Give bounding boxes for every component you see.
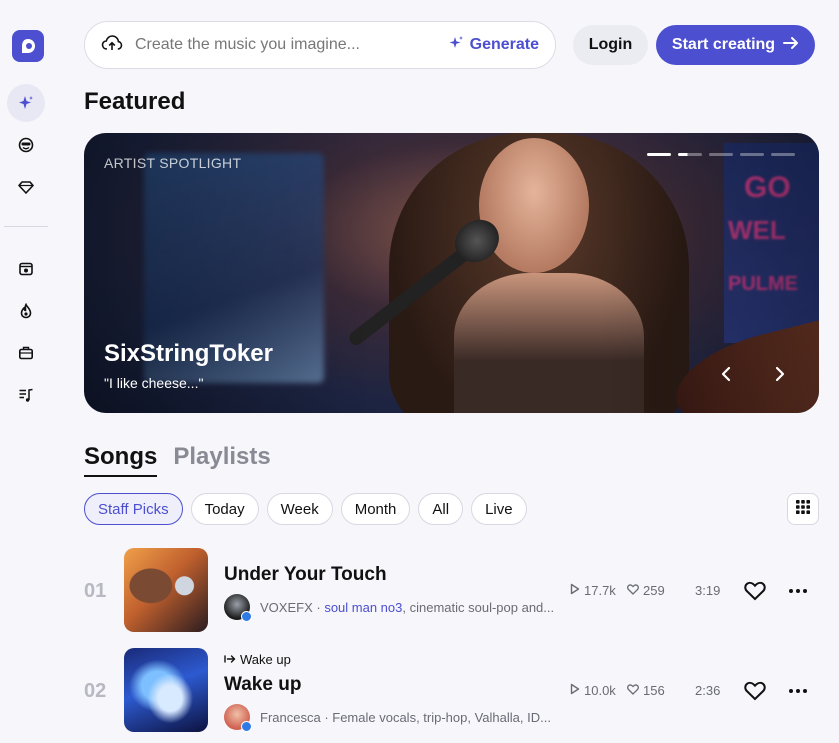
music-list-icon[interactable] <box>7 376 45 414</box>
featured-hero[interactable]: GO WEL PULME ARTIST SPOTLIGHT SixStringT… <box>84 133 819 413</box>
filter-month[interactable]: Month <box>340 493 411 525</box>
search-bar[interactable]: Generate <box>84 21 556 69</box>
sidebar <box>0 0 54 743</box>
filter-live[interactable]: Live <box>471 493 527 525</box>
hero-label: ARTIST SPOTLIGHT <box>104 155 242 171</box>
hero-pagination <box>647 153 795 156</box>
sparkle-icon[interactable] <box>7 84 45 122</box>
more-options-icon[interactable] <box>784 577 812 605</box>
flame-icon[interactable] <box>7 292 45 330</box>
sparkle-icon <box>448 35 464 56</box>
verified-icon <box>241 721 252 732</box>
playlist-arrow-icon <box>224 652 236 667</box>
start-creating-label: Start creating <box>671 36 776 53</box>
heart-icon <box>627 583 639 598</box>
filter-staff-picks[interactable]: Staff Picks <box>84 493 183 525</box>
search-input[interactable] <box>135 36 425 54</box>
song-row[interactable]: 02 Wake up Wake up Francesca · Female vo… <box>84 648 819 734</box>
artist-avatar[interactable] <box>224 704 252 732</box>
meta-separator: · <box>312 599 325 615</box>
heart-icon[interactable] <box>741 577 769 605</box>
play-count-value: 17.7k <box>584 583 616 598</box>
song-duration: 3:19 <box>695 583 721 598</box>
filter-today[interactable]: Today <box>190 493 259 525</box>
sidebar-divider <box>4 226 48 227</box>
arrow-right-icon <box>783 36 799 55</box>
hero-dot[interactable] <box>678 153 702 156</box>
hero-artist-name[interactable]: SixStringToker <box>104 340 273 368</box>
filter-chips: Staff Picks Today Week Month All Live <box>84 493 527 525</box>
like-count: 259 <box>627 583 665 598</box>
heart-icon[interactable] <box>741 677 769 705</box>
grid-icon <box>796 499 810 519</box>
tab-playlists[interactable]: Playlists <box>173 443 270 477</box>
song-meta: VOXEFX · soul man no3 , cinematic soul-p… <box>224 594 555 622</box>
song-rank: 01 <box>84 580 107 602</box>
song-cover[interactable] <box>124 548 208 632</box>
like-count-value: 156 <box>643 683 665 698</box>
hero-dot[interactable] <box>771 153 795 156</box>
hero-dot[interactable] <box>740 153 764 156</box>
song-title[interactable]: Wake up <box>224 674 301 696</box>
playlist-tag-label: Wake up <box>240 652 291 667</box>
song-artist[interactable]: Francesca <box>260 710 321 725</box>
playlist-tag[interactable]: Wake up <box>224 652 291 667</box>
like-count-value: 259 <box>643 583 665 598</box>
start-creating-button[interactable]: Start creating <box>656 25 815 65</box>
artist-avatar[interactable] <box>224 594 252 622</box>
hero-quote: "I like cheese..." <box>104 375 204 391</box>
play-icon <box>570 683 580 698</box>
generate-button[interactable]: Generate <box>448 35 539 56</box>
song-artist[interactable]: VOXEFX <box>260 600 313 615</box>
song-description: , cinematic soul-pop and... <box>402 599 555 615</box>
briefcase-icon[interactable] <box>7 334 45 372</box>
play-count: 17.7k <box>570 583 616 598</box>
heart-icon <box>627 683 639 698</box>
song-cover[interactable] <box>124 648 208 732</box>
meta-separator: · <box>320 709 333 725</box>
more-options-icon[interactable] <box>784 677 812 705</box>
verified-icon <box>241 611 252 622</box>
smiley-icon[interactable] <box>7 126 45 164</box>
song-row[interactable]: 01 Under Your Touch VOXEFX · soul man no… <box>84 548 819 634</box>
song-rank: 02 <box>84 680 107 702</box>
like-count: 156 <box>627 683 665 698</box>
play-count-value: 10.0k <box>584 683 616 698</box>
diamond-icon[interactable] <box>7 168 45 206</box>
filter-all[interactable]: All <box>418 493 464 525</box>
cloud-upload-icon[interactable] <box>101 34 123 57</box>
grid-view-button[interactable] <box>787 493 819 525</box>
hero-overlay <box>84 133 819 413</box>
song-meta: Francesca · Female vocals, trip-hop, Val… <box>224 704 551 732</box>
login-button[interactable]: Login <box>573 25 648 65</box>
chevron-right-icon[interactable] <box>767 361 793 387</box>
filter-week[interactable]: Week <box>266 493 333 525</box>
hero-dot[interactable] <box>647 153 671 156</box>
featured-title: Featured <box>84 88 186 115</box>
app-logo-icon[interactable] <box>12 30 44 62</box>
content-tabs: Songs Playlists <box>84 443 271 477</box>
hero-dot[interactable] <box>709 153 733 156</box>
song-title[interactable]: Under Your Touch <box>224 564 387 586</box>
inbox-icon[interactable] <box>7 250 45 288</box>
play-count: 10.0k <box>570 683 616 698</box>
song-duration: 2:36 <box>695 683 721 698</box>
tab-songs[interactable]: Songs <box>84 443 158 477</box>
chevron-left-icon[interactable] <box>713 361 739 387</box>
song-style-link[interactable]: soul man no3 <box>324 600 402 615</box>
song-description: Female vocals, trip-hop, Valhalla, ID... <box>332 709 551 725</box>
play-icon <box>570 583 580 598</box>
generate-label: Generate <box>469 36 539 53</box>
